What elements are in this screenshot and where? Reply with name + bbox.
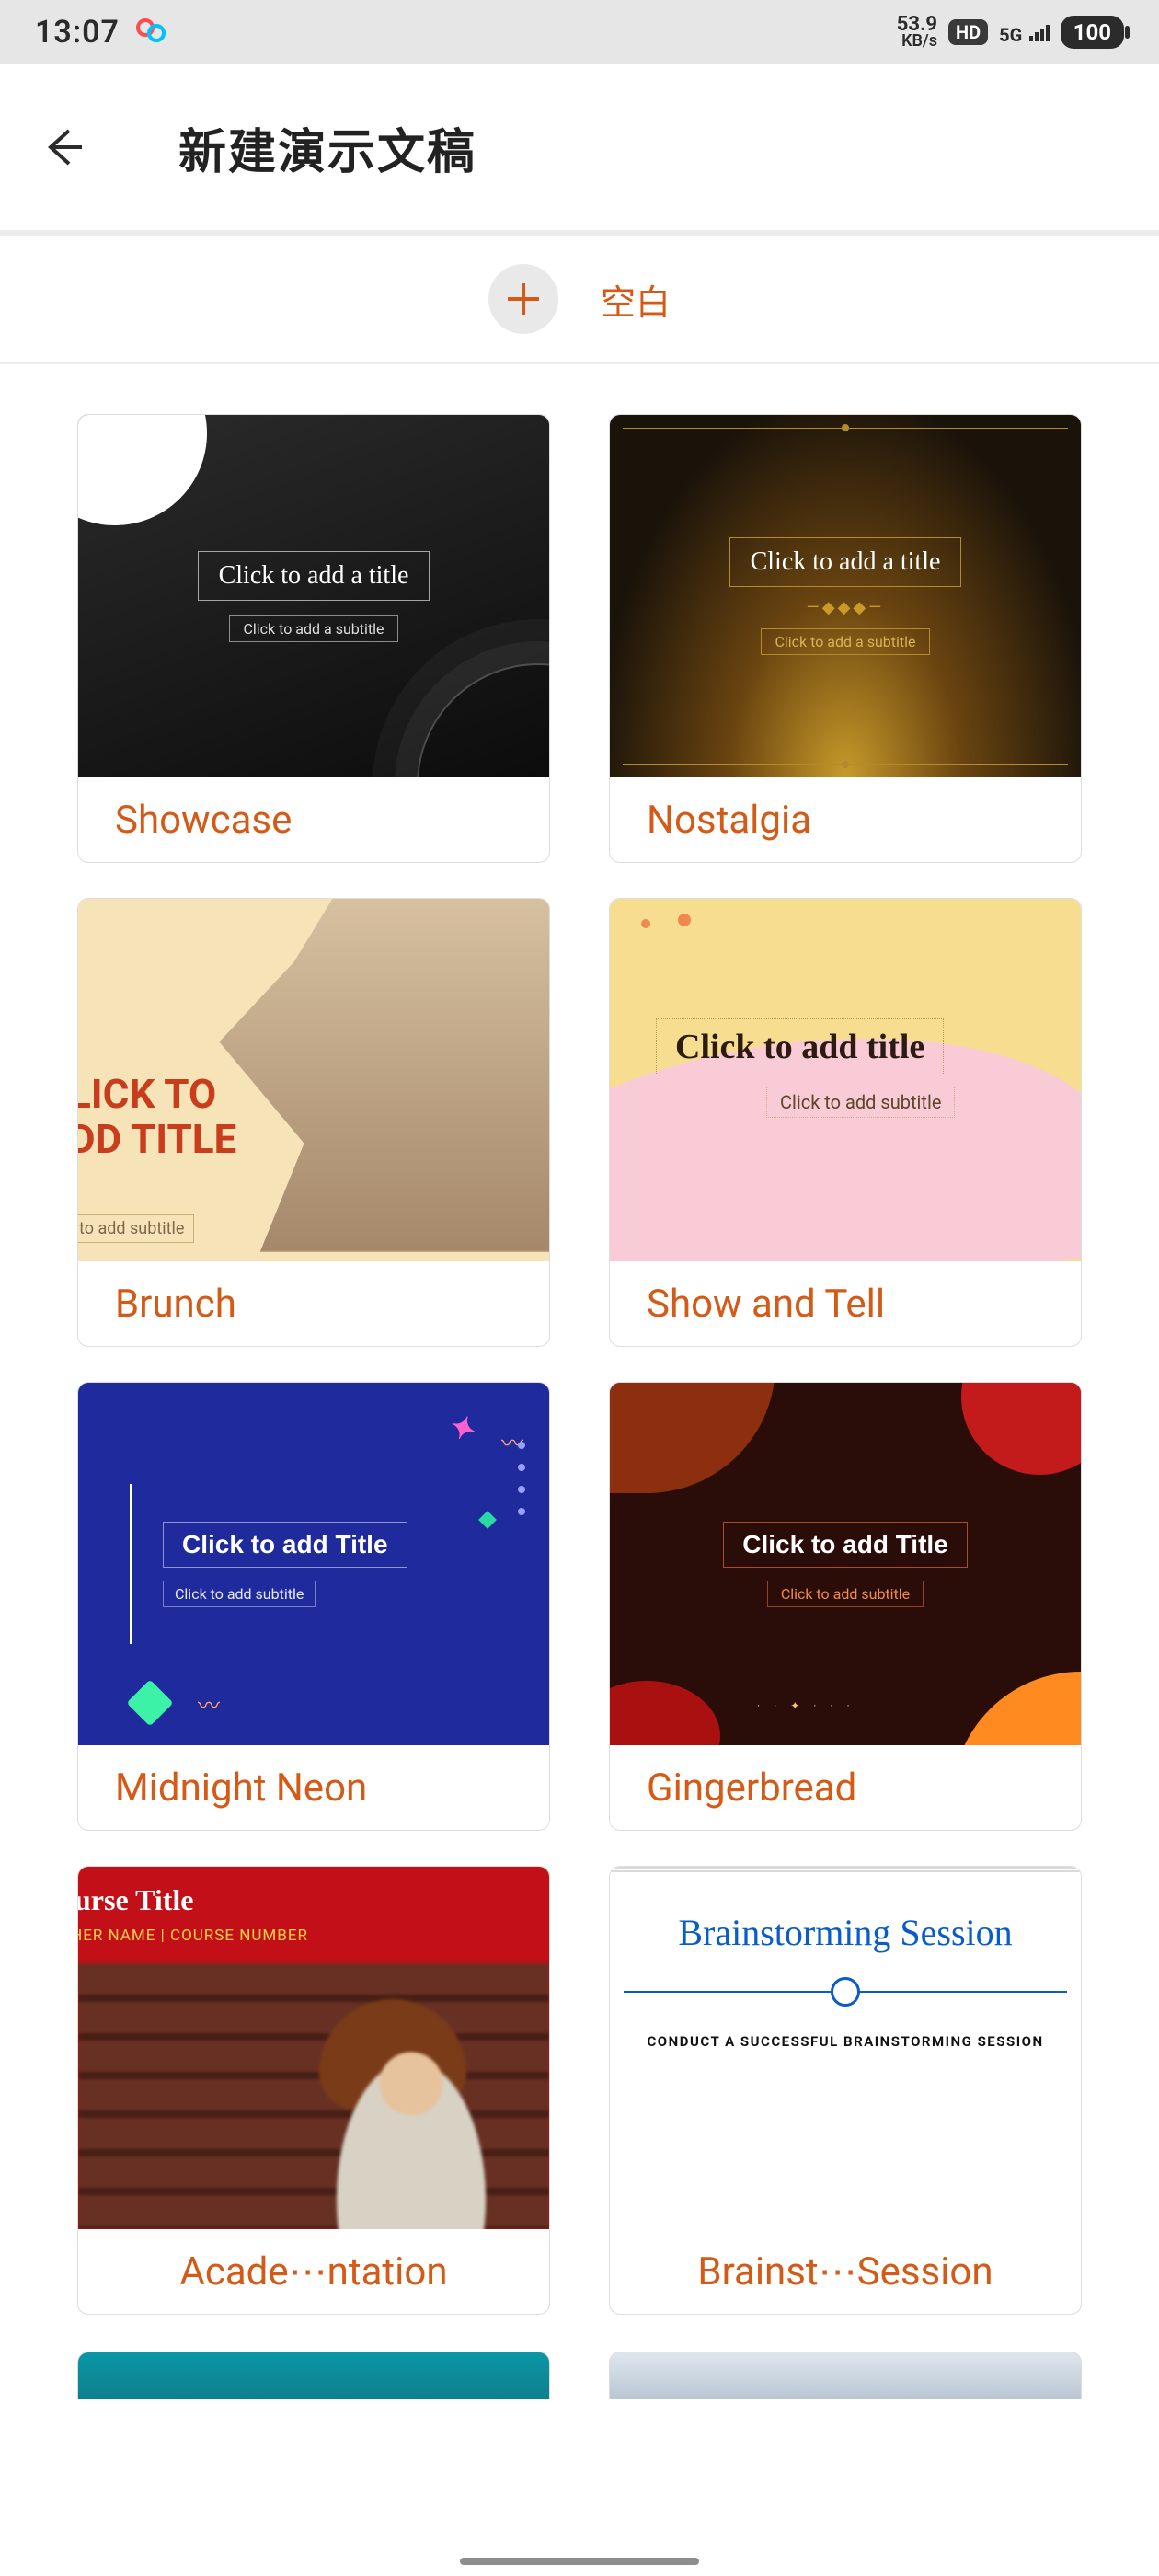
status-bar: 13:07 53.9 KB/s HD 5G 100 <box>0 0 1159 64</box>
thumb-title: ourse Title <box>78 1883 549 1917</box>
diamond-decoration-icon <box>127 1680 174 1727</box>
template-thumbnail: LICK TODD TITLE to add subtitle <box>78 899 549 1261</box>
thumb-subtitle: Click to add subtitle <box>766 1087 955 1118</box>
template-card-showcase[interactable]: Click to add a title Click to add a subt… <box>77 414 550 863</box>
template-name: Gingerbread <box>610 1745 1081 1830</box>
template-card-show-and-tell[interactable]: Click to add title Click to add subtitle… <box>609 898 1082 1347</box>
template-name: Showcase <box>78 777 549 862</box>
template-name: Acade⋯ntation <box>78 2229 549 2314</box>
template-card-peek[interactable] <box>609 2352 1082 2399</box>
template-thumbnail: Click to add Title Click to add subtitle… <box>78 1383 549 1745</box>
template-name: Show and Tell <box>610 1261 1081 1346</box>
battery-indicator: 100 <box>1061 16 1124 49</box>
new-blank-button[interactable]: 空白 <box>0 236 1159 362</box>
thumb-subtitle: Click to add subtitle <box>767 1581 924 1607</box>
template-name: Brunch <box>78 1261 549 1346</box>
back-button[interactable] <box>40 124 86 170</box>
hd-badge: HD <box>948 19 988 45</box>
thumb-subtitle: CONDUCT A SUCCESSFUL BRAINSTORMING SESSI… <box>610 2031 1080 2053</box>
template-thumbnail: Brainstorming Session CONDUCT A SUCCESSF… <box>610 1867 1081 2229</box>
thumb-title: Click to add a title <box>198 551 430 601</box>
plus-icon <box>488 264 558 334</box>
thumb-title: Click to add Title <box>163 1522 407 1568</box>
thumb-subtitle: Click to add a subtitle <box>761 628 929 655</box>
thumb-title: Click to add Title <box>723 1522 968 1568</box>
blank-label: 空白 <box>601 274 671 325</box>
network-type: 5G <box>999 17 1050 49</box>
app-indicator-icon <box>136 18 167 46</box>
template-thumbnail: Click to add Title Click to add subtitle… <box>610 1383 1081 1745</box>
template-card-brunch[interactable]: LICK TODD TITLE to add subtitle Brunch <box>77 898 550 1347</box>
thumb-subtitle: Click to add a subtitle <box>229 615 397 642</box>
template-thumbnail: Click to add a title —◆◆◆— Click to add … <box>610 415 1081 777</box>
template-card-academic-presentation[interactable]: ourse Title CHER NAME | COURSE NUMBER Ac… <box>77 1866 550 2315</box>
template-card-peek[interactable] <box>77 2352 550 2399</box>
template-name: Midnight Neon <box>78 1745 549 1830</box>
template-card-nostalgia[interactable]: Click to add a title —◆◆◆— Click to add … <box>609 414 1082 863</box>
template-thumbnail: ourse Title CHER NAME | COURSE NUMBER <box>78 1867 549 2229</box>
page-title: 新建演示文稿 <box>178 113 476 182</box>
thumb-subtitle: to add subtitle <box>78 1214 194 1243</box>
app-header: 新建演示文稿 <box>0 64 1159 230</box>
template-thumbnail: Click to add title Click to add subtitle <box>610 899 1081 1261</box>
home-indicator[interactable] <box>460 2558 699 2565</box>
plus-decoration-icon: ✦ <box>444 1407 481 1450</box>
template-name: Nostalgia <box>610 777 1081 862</box>
template-name: Brainst⋯Session <box>610 2229 1081 2314</box>
template-thumbnail: Click to add a title Click to add a subt… <box>78 415 549 777</box>
thumb-title: Brainstorming Session <box>678 1911 1012 1954</box>
template-card-gingerbread[interactable]: Click to add Title Click to add subtitle… <box>609 1382 1082 1831</box>
status-time: 13:07 <box>35 14 120 51</box>
thumb-title: Click to add title <box>656 1018 944 1075</box>
template-row-partial <box>0 2352 1159 2399</box>
network-speed: 53.9 KB/s <box>897 16 937 49</box>
thumb-title: Click to add a title <box>729 537 962 587</box>
template-grid: Click to add a title Click to add a subt… <box>0 364 1159 2352</box>
thumb-meta: CHER NAME | COURSE NUMBER <box>78 1926 549 1945</box>
thumb-subtitle: Click to add subtitle <box>163 1581 316 1607</box>
signal-bars-icon <box>1029 25 1050 41</box>
thumb-title: LICK TODD TITLE <box>78 1072 236 1163</box>
template-card-midnight-neon[interactable]: Click to add Title Click to add subtitle… <box>77 1382 550 1831</box>
thumb-ornament: —◆◆◆— <box>807 598 885 617</box>
template-card-brainstorming-session[interactable]: Brainstorming Session CONDUCT A SUCCESSF… <box>609 1866 1082 2315</box>
back-arrow-icon <box>41 125 86 169</box>
